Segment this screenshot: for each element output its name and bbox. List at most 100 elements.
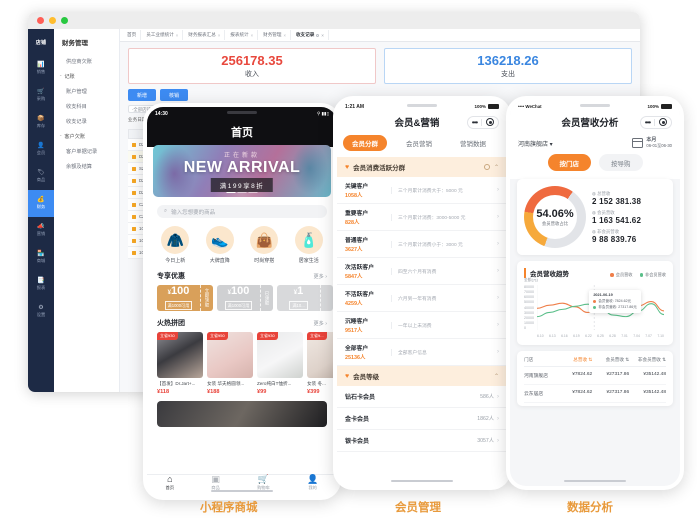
segment-desc: 一年以上未消费 bbox=[391, 321, 491, 329]
coupon-action[interactable]: 已领取 bbox=[264, 291, 270, 306]
list-item[interactable]: 次活跃客户 5847人 四至六个月有消费 › bbox=[337, 258, 507, 285]
coupon-2[interactable]: ¥1 满10... bbox=[277, 285, 333, 311]
rail-item-7[interactable]: 🏪 商城 bbox=[28, 244, 54, 271]
col-header-3[interactable]: 非会员营收 ⇅ bbox=[629, 357, 666, 363]
tab-3[interactable]: 报表统计 × bbox=[226, 30, 259, 40]
category-label: 大牌直降 bbox=[209, 258, 230, 264]
category-item-1[interactable]: 👟 大牌直降 bbox=[201, 226, 239, 264]
tab-0[interactable]: 首页 bbox=[123, 30, 142, 40]
tabbar-item-3[interactable]: 👤 我的 bbox=[307, 475, 318, 491]
segment-tab-1[interactable]: 会员营销 bbox=[397, 135, 441, 151]
refresh-icon[interactable] bbox=[316, 33, 320, 37]
table-row[interactable]: 河南旗舰店 ¥7824.62 ¥27317.86 ¥35142.48 bbox=[524, 367, 666, 385]
close-circle-icon[interactable] bbox=[486, 118, 494, 126]
close-icon[interactable]: × bbox=[321, 33, 323, 38]
list-item[interactable]: 普通客户 3627人 三个月累计消费小于：3000 元 › bbox=[337, 231, 507, 258]
heart-icon: ♥ bbox=[345, 372, 350, 380]
store-selector[interactable]: 河南旗舰店 ▾ bbox=[518, 139, 553, 148]
submenu-group-5[interactable]: ⌃ 客户欠账 bbox=[54, 129, 119, 144]
table-row[interactable]: 云东居店 ¥7824.62 ¥27317.86 ¥35142.48 bbox=[524, 385, 666, 403]
product-badge: 立省¥30 bbox=[157, 332, 178, 340]
tab-2[interactable]: 财务报表汇总 × bbox=[184, 30, 226, 40]
view-toggle-0[interactable]: 按门店 bbox=[547, 154, 591, 171]
search-input[interactable]: ⌕ 输入您想要的商品 bbox=[157, 205, 327, 218]
toolbar-button-1[interactable]: 核销 bbox=[160, 89, 189, 101]
close-icon[interactable]: × bbox=[218, 33, 220, 38]
submenu-item-4[interactable]: 收支记录 bbox=[54, 114, 119, 129]
submenu-group-1[interactable]: ⌃ 记账 bbox=[54, 69, 119, 84]
list-item[interactable]: 银卡会员 3057人 › bbox=[337, 430, 507, 452]
coupon-action[interactable]: 立即领取 bbox=[204, 288, 210, 308]
group-header-level[interactable]: ♥ 会员等级 ⌃ bbox=[337, 366, 507, 386]
segment-name: 普通客户 bbox=[345, 238, 369, 244]
coupon-more-link[interactable]: 更多 › bbox=[313, 273, 327, 280]
help-icon[interactable] bbox=[483, 164, 490, 170]
toolbar-button-0[interactable]: 新增 bbox=[128, 89, 157, 101]
window-controls[interactable] bbox=[37, 17, 68, 24]
status-time: 14:30 bbox=[155, 110, 168, 117]
segment-tab-0[interactable]: 会员分群 bbox=[343, 135, 387, 151]
wechat-capsule[interactable]: ••• bbox=[639, 115, 672, 129]
close-icon[interactable] bbox=[37, 17, 44, 24]
category-item-3[interactable]: 🧴 居家生活 bbox=[290, 226, 328, 264]
submenu-item-6[interactable]: 客户单据记录 bbox=[54, 144, 119, 159]
group-buy-more-link[interactable]: 更多 › bbox=[313, 320, 327, 327]
chevron-right-icon: › bbox=[497, 187, 499, 193]
list-item[interactable]: 全部客户 25136人 全部客户信息 › bbox=[337, 339, 507, 366]
view-toggle-1[interactable]: 按导购 bbox=[599, 154, 643, 171]
rail-item-8[interactable]: 📑 报表 bbox=[28, 271, 54, 298]
rail-item-3[interactable]: 👤 会员 bbox=[28, 136, 54, 163]
list-item[interactable]: 关键客户 1058人 三个月累计消费大于：5000 元 › bbox=[337, 177, 507, 204]
list-item[interactable]: 重要客户 828人 三个月累计消费：3000-5000 元 › bbox=[337, 204, 507, 231]
category-item-0[interactable]: 🧥 今日上新 bbox=[156, 226, 194, 264]
close-circle-icon[interactable] bbox=[659, 118, 667, 126]
product-card-2[interactable]: 立省¥30 Zero纯白T恤折... ¥99 bbox=[257, 332, 303, 395]
product-card-1[interactable]: 立省¥50 女装 华夫格圆领... ¥188 bbox=[207, 332, 253, 395]
category-item-2[interactable]: 👜 时尚穿搭 bbox=[245, 226, 283, 264]
product-card-0[interactable]: 立省¥30 【首发】Dr.Jart+... ¥118 bbox=[157, 332, 203, 395]
group-header-activity[interactable]: ♥ 会员消费活跃分群 ⌃ bbox=[337, 157, 507, 177]
primary-nav-rail: 店铺 📊 销售 🛒 采购 📦 库存 👤 会员 🏷 商品 💰 财务 📣 营销 🏪 … bbox=[28, 29, 54, 392]
tab-4[interactable]: 财务管理 × bbox=[259, 30, 291, 40]
status-battery: 100% bbox=[474, 104, 499, 109]
col-header-2[interactable]: 会员营收 ⇅ bbox=[592, 357, 630, 363]
col-header-0[interactable]: 门店 bbox=[524, 357, 555, 363]
rail-icon-2: 📦 bbox=[37, 116, 45, 122]
list-item[interactable]: 金卡会员 1862人 › bbox=[337, 408, 507, 430]
rail-item-6[interactable]: 📣 营销 bbox=[28, 217, 54, 244]
minimize-icon[interactable] bbox=[49, 17, 56, 24]
wechat-capsule[interactable]: ••• bbox=[466, 115, 499, 129]
rail-item-0[interactable]: 📊 销售 bbox=[28, 55, 54, 82]
list-item[interactable]: 钻石卡会员 586人 › bbox=[337, 386, 507, 408]
rail-item-9[interactable]: ⚙ 设置 bbox=[28, 298, 54, 325]
more-icon[interactable]: ••• bbox=[645, 118, 651, 127]
submenu-item-7[interactable]: 余额及结算 bbox=[54, 159, 119, 174]
close-icon[interactable]: × bbox=[251, 33, 253, 38]
chevron-up-icon[interactable]: ⌃ bbox=[494, 373, 499, 380]
coupon-0[interactable]: ¥100 满1000可用 立即领取 bbox=[157, 285, 213, 311]
close-icon[interactable]: × bbox=[176, 33, 178, 38]
rail-item-4[interactable]: 🏷 商品 bbox=[28, 163, 54, 190]
submenu-item-2[interactable]: 账户管理 bbox=[54, 84, 119, 99]
more-icon[interactable]: ••• bbox=[472, 118, 478, 127]
segment-tab-2[interactable]: 营销数据 bbox=[451, 135, 495, 151]
promo-image[interactable] bbox=[157, 401, 327, 427]
carousel-dots[interactable] bbox=[226, 191, 258, 193]
tabbar-item-0[interactable]: ⌂ 首页 bbox=[166, 475, 174, 491]
list-item[interactable]: 沉睡客户 9517人 一年以上未消费 › bbox=[337, 312, 507, 339]
rail-item-5[interactable]: 💰 财务 bbox=[28, 190, 54, 217]
rail-item-1[interactable]: 🛒 采购 bbox=[28, 82, 54, 109]
coupon-1[interactable]: ¥100 满1000可用 已领取 bbox=[217, 285, 273, 311]
list-item[interactable]: 不活跃客户 4259人 六月到一年有消费 › bbox=[337, 285, 507, 312]
tab-5[interactable]: 收支记录 × bbox=[292, 30, 329, 40]
tab-1[interactable]: 员工业绩统计 × bbox=[142, 30, 184, 40]
close-icon[interactable]: × bbox=[284, 33, 286, 38]
col-header-1[interactable]: 总营收 ⇅ bbox=[555, 357, 592, 363]
submenu-item-0[interactable]: 供应商欠账 bbox=[54, 54, 119, 69]
maximize-icon[interactable] bbox=[61, 17, 68, 24]
date-range-selector[interactable]: 本月 06-01至06-30 bbox=[632, 138, 672, 148]
submenu-item-3[interactable]: 收支科目 bbox=[54, 99, 119, 114]
chevron-up-icon[interactable]: ⌃ bbox=[494, 164, 499, 171]
rail-item-2[interactable]: 📦 库存 bbox=[28, 109, 54, 136]
hero-banner[interactable]: 正在新款 NEW ARRIVAL 满199享8折 bbox=[153, 145, 331, 197]
